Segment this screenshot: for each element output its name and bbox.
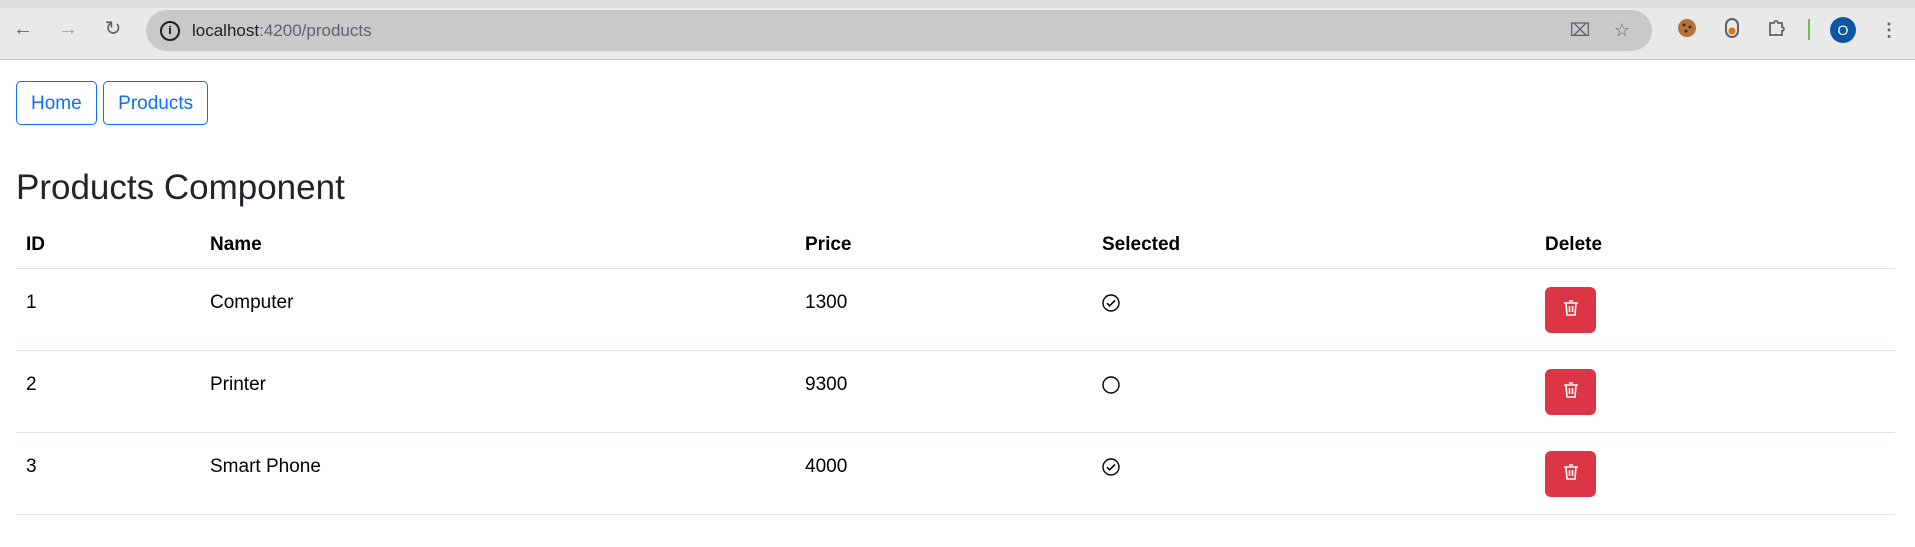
cell-selected bbox=[1092, 432, 1535, 515]
header-name: Name bbox=[200, 222, 795, 269]
cell-name: Computer bbox=[200, 268, 795, 351]
trash-icon bbox=[1563, 381, 1579, 402]
trash-icon bbox=[1563, 299, 1579, 320]
products-table: ID Name Price Selected Delete 1 Computer… bbox=[16, 222, 1895, 515]
header-price: Price bbox=[795, 222, 1092, 269]
check-circle-icon[interactable] bbox=[1102, 294, 1120, 313]
url-path: :4200/products bbox=[259, 21, 372, 40]
cell-delete bbox=[1535, 268, 1895, 351]
check-circle-icon[interactable] bbox=[1102, 458, 1120, 477]
cell-price: 9300 bbox=[795, 350, 1092, 433]
forward-icon[interactable]: → bbox=[55, 16, 81, 42]
cell-delete bbox=[1535, 350, 1895, 433]
cell-name: Printer bbox=[200, 350, 795, 433]
cell-delete bbox=[1535, 432, 1895, 515]
browser-toolbar: ← → ↻ i localhost:4200/products ⌧ ☆ O ⋮ bbox=[0, 0, 1915, 60]
nav-products-button[interactable]: Products bbox=[103, 81, 209, 125]
cell-selected bbox=[1092, 350, 1535, 433]
page-title: Products Component bbox=[16, 168, 345, 207]
table-row: 1 Computer 1300 bbox=[16, 268, 1895, 351]
table-header-row: ID Name Price Selected Delete bbox=[16, 222, 1895, 269]
avatar[interactable]: O bbox=[1830, 17, 1856, 43]
cookie-icon[interactable] bbox=[1674, 17, 1700, 43]
trash-icon bbox=[1563, 463, 1579, 484]
info-icon[interactable]: i bbox=[160, 21, 180, 41]
menu-icon[interactable]: ⋮ bbox=[1876, 17, 1902, 43]
translate-icon[interactable]: ⌧ bbox=[1568, 18, 1592, 42]
table-row: 2 Printer 9300 bbox=[16, 350, 1895, 433]
star-icon[interactable]: ☆ bbox=[1610, 18, 1634, 42]
header-id: ID bbox=[16, 222, 200, 269]
cell-price: 4000 bbox=[795, 432, 1092, 515]
page-content: Home Products Products Component ID Name… bbox=[0, 60, 1915, 547]
cell-id: 3 bbox=[16, 432, 200, 515]
header-selected: Selected bbox=[1092, 222, 1535, 269]
empty-circle-icon[interactable] bbox=[1102, 376, 1120, 395]
header-delete: Delete bbox=[1535, 222, 1895, 269]
cell-name: Smart Phone bbox=[200, 432, 795, 515]
extension-icon[interactable] bbox=[1719, 17, 1745, 43]
cell-price: 1300 bbox=[795, 268, 1092, 351]
tab-strip bbox=[0, 0, 1915, 8]
delete-button[interactable] bbox=[1545, 286, 1596, 333]
toolbar-divider bbox=[1808, 19, 1810, 40]
cell-selected bbox=[1092, 268, 1535, 351]
delete-button[interactable] bbox=[1545, 450, 1596, 497]
url-host: localhost bbox=[192, 21, 260, 40]
puzzle-icon[interactable] bbox=[1763, 17, 1789, 43]
delete-button[interactable] bbox=[1545, 368, 1596, 415]
cell-id: 1 bbox=[16, 268, 200, 351]
nav-home-button[interactable]: Home bbox=[16, 81, 97, 125]
table-row: 3 Smart Phone 4000 bbox=[16, 432, 1895, 515]
back-icon[interactable]: ← bbox=[10, 16, 36, 42]
cell-id: 2 bbox=[16, 350, 200, 433]
reload-icon[interactable]: ↻ bbox=[100, 16, 126, 42]
url-text[interactable]: localhost:4200/products bbox=[192, 21, 372, 41]
address-bar[interactable]: i localhost:4200/products ⌧ ☆ bbox=[146, 10, 1652, 51]
navbar: Home Products bbox=[16, 81, 210, 125]
